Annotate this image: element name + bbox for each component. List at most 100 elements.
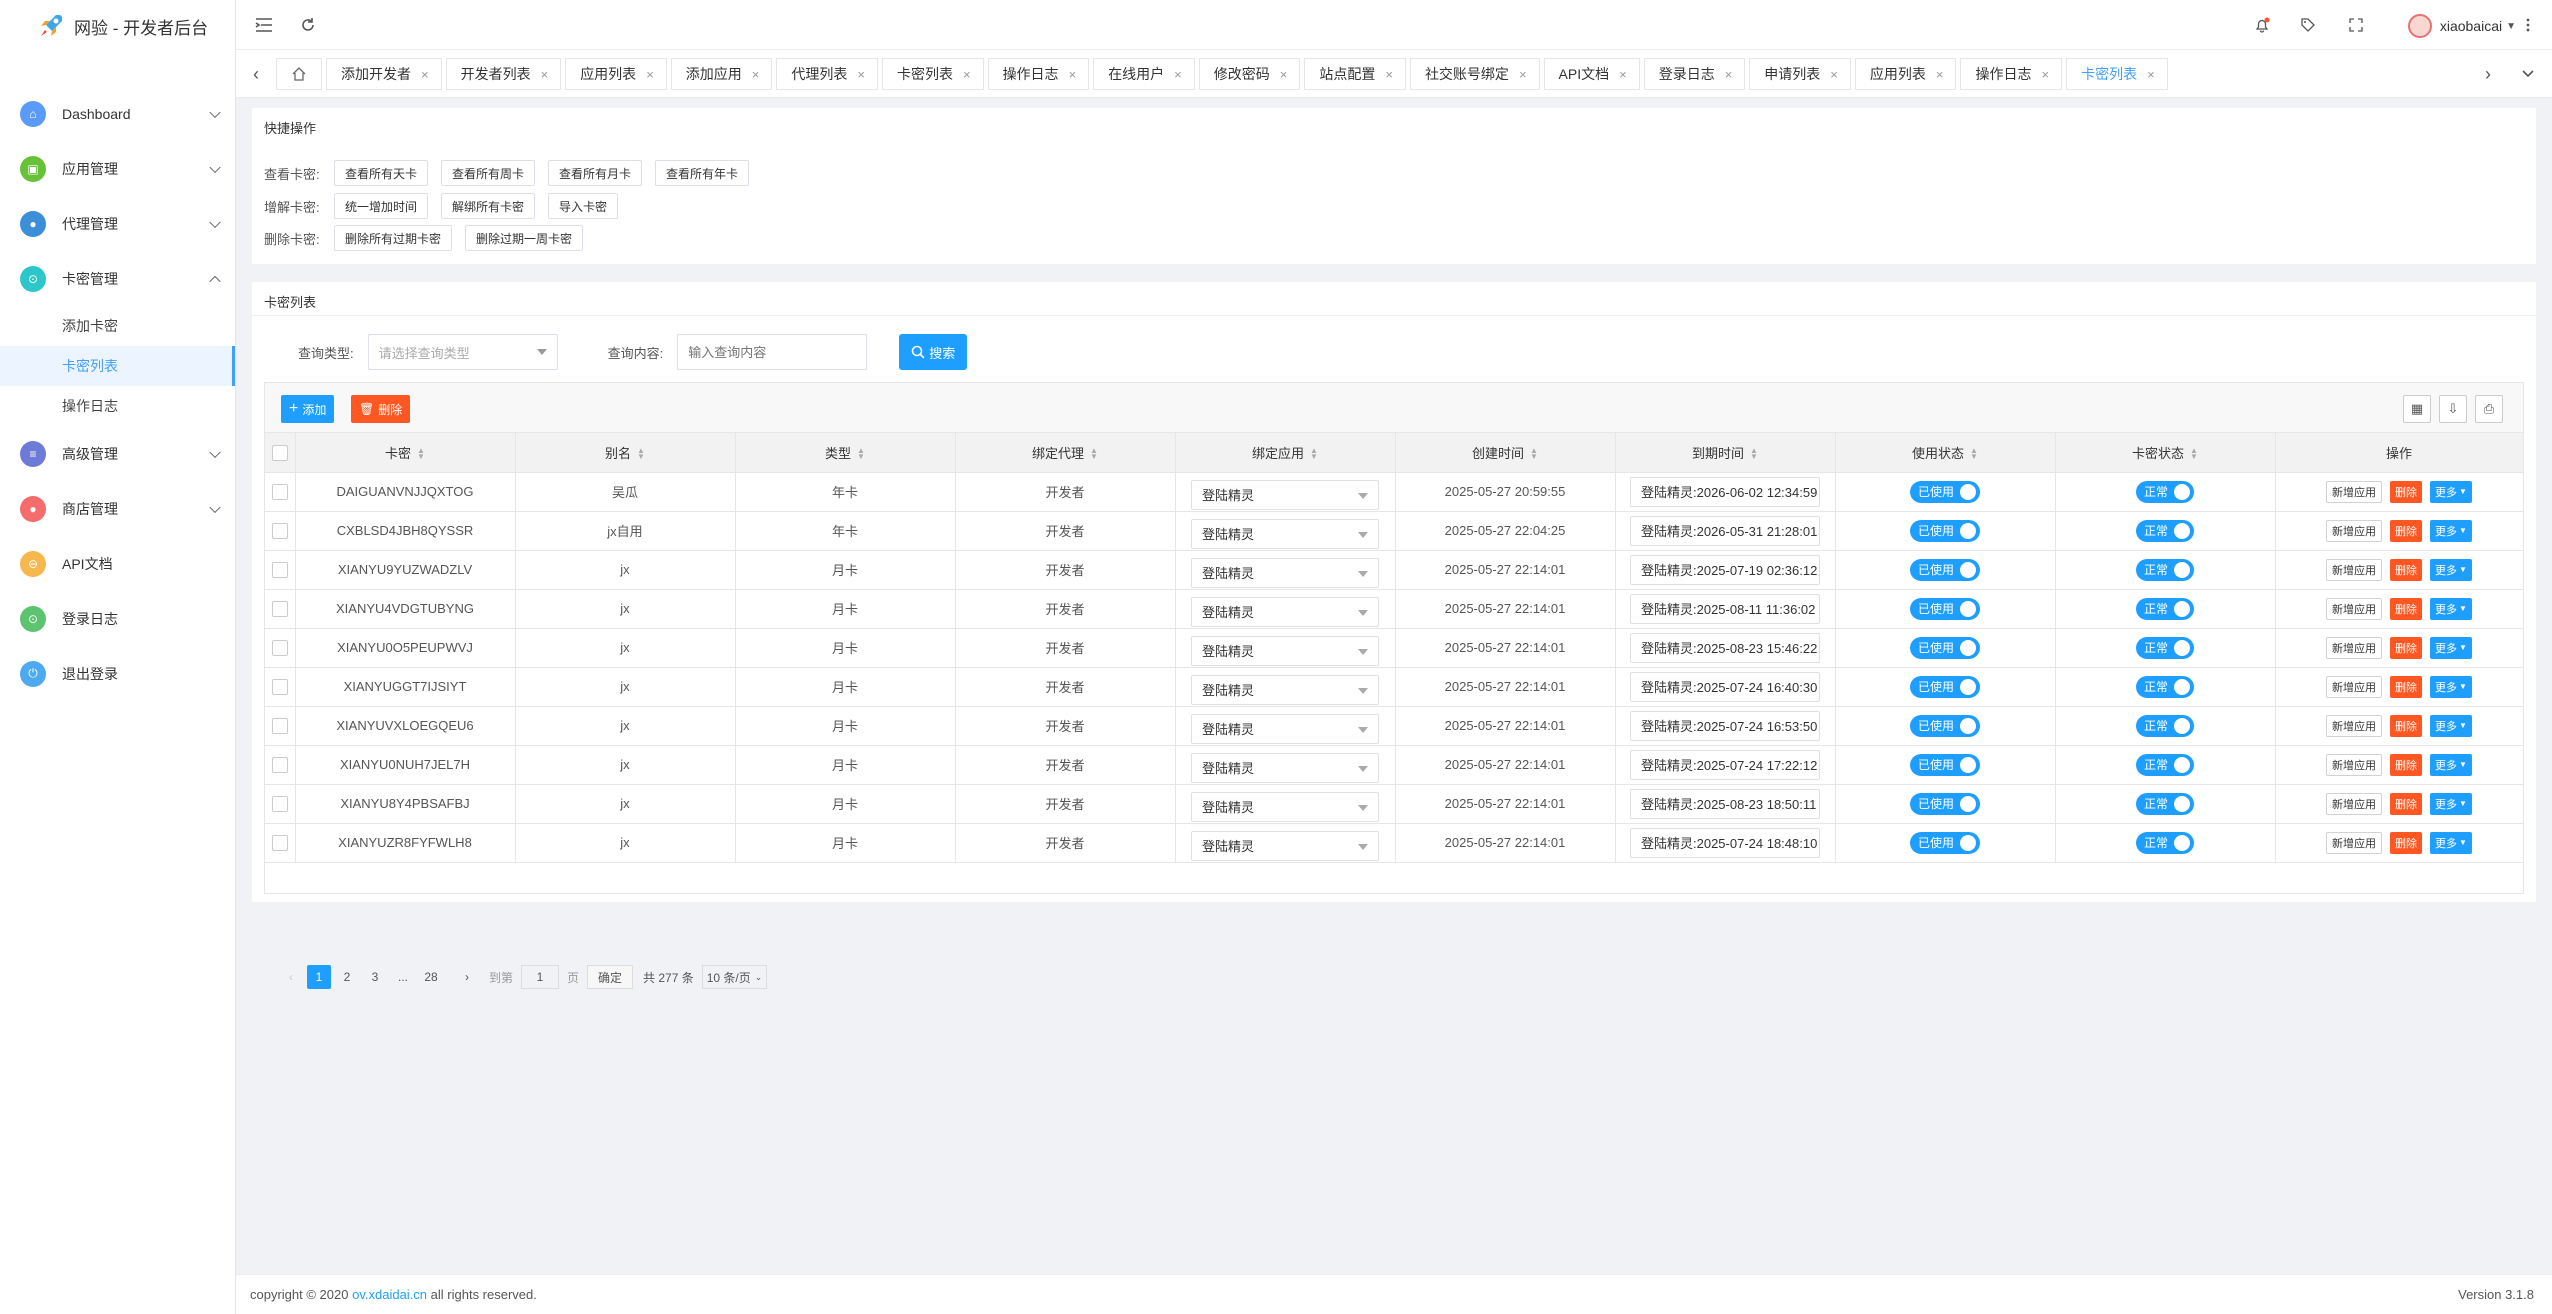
row-delete-button[interactable]: 删除 [2390,675,2423,698]
add-app-button[interactable]: 新增应用 [2326,519,2383,542]
column-header[interactable]: 创建时间 ▲ ▼ [1395,433,1616,473]
columns-filter-icon[interactable]: ▦ [2403,395,2431,423]
sidebar-item-login-log[interactable]: ⊙ 登录日志 [0,591,235,646]
app-select[interactable]: 登陆精灵 [1191,596,1379,627]
sidebar-item-store-manage[interactable]: ● 商店管理 [0,481,235,536]
key-status-switch[interactable]: 正常 [2135,480,2194,503]
column-header[interactable]: 类型 ▲ ▼ [735,433,956,473]
expire-input[interactable]: 登陆精灵:2025-08-11 11:36:02 [1630,593,1820,624]
tab-item[interactable]: 应用列表 × [1854,58,1957,90]
quick-action-button[interactable]: 查看所有天卡 [334,160,429,186]
row-checkbox[interactable] [265,628,296,668]
row-checkbox[interactable] [265,784,296,824]
more-button[interactable]: 更多 ▼ [2430,480,2472,503]
add-app-button[interactable]: 新增应用 [2326,675,2383,698]
use-status-switch[interactable]: 已使用 [1909,597,1980,620]
tab-home[interactable] [276,58,322,90]
close-icon[interactable]: × [1619,67,1627,82]
key-status-switch[interactable]: 正常 [2135,753,2194,776]
close-icon[interactable]: × [857,67,865,82]
page-size-select[interactable]: 10 条/页 ⌄ [701,965,768,989]
use-status-switch[interactable]: 已使用 [1909,636,1980,659]
tab-item[interactable]: 开发者列表 × [445,58,562,90]
use-status-switch[interactable]: 已使用 [1909,480,1980,503]
app-select[interactable]: 登陆精灵 [1191,752,1379,783]
use-status-switch[interactable]: 已使用 [1909,714,1980,737]
expire-input[interactable]: 登陆精灵:2025-07-24 18:48:10 [1630,827,1820,858]
sort-icon[interactable]: ▲ ▼ [417,447,425,461]
tab-item[interactable]: 登录日志 × [1643,58,1746,90]
close-icon[interactable]: × [421,67,429,82]
tab-item[interactable]: 添加应用 × [670,58,773,90]
tab-item[interactable]: 修改密码 × [1198,58,1301,90]
sort-icon[interactable]: ▲ ▼ [1530,447,1538,461]
key-status-switch[interactable]: 正常 [2135,675,2194,698]
quick-action-button[interactable]: 查看所有年卡 [655,160,750,186]
tab-item[interactable]: 卡密列表 × [2066,58,2168,90]
row-delete-button[interactable]: 删除 [2390,636,2423,659]
next-page-icon[interactable]: › [455,965,479,989]
tab-item[interactable]: API文档 × [1543,58,1640,90]
menu-collapse-icon[interactable] [252,13,276,37]
row-delete-button[interactable]: 删除 [2390,597,2423,620]
more-vertical-icon[interactable] [2516,13,2540,37]
column-header[interactable]: 到期时间 ▲ ▼ [1615,433,1836,473]
column-header[interactable]: 绑定代理 ▲ ▼ [955,433,1176,473]
quick-action-button[interactable]: 删除过期一周卡密 [465,225,584,251]
more-button[interactable]: 更多 ▼ [2430,792,2472,815]
close-icon[interactable]: × [752,67,760,82]
app-select[interactable]: 登陆精灵 [1191,518,1379,549]
more-button[interactable]: 更多 ▼ [2430,597,2472,620]
page-number[interactable]: 28 [419,965,443,989]
quick-action-button[interactable]: 查看所有周卡 [441,160,536,186]
column-header[interactable]: 使用状态 ▲ ▼ [1835,433,2056,473]
row-checkbox[interactable] [265,472,296,512]
column-header[interactable]: 卡密状态 ▲ ▼ [2055,433,2276,473]
close-icon[interactable]: × [1519,67,1527,82]
goto-confirm-button[interactable]: 确定 [587,965,634,989]
add-button[interactable]: + 添加 [281,395,335,423]
close-icon[interactable]: × [1385,67,1393,82]
more-button[interactable]: 更多 ▼ [2430,831,2472,854]
row-checkbox[interactable] [265,550,296,590]
sidebar-item-api-docs[interactable]: ⊖ API文档 [0,536,235,591]
add-app-button[interactable]: 新增应用 [2326,597,2383,620]
more-button[interactable]: 更多 ▼ [2430,753,2472,776]
key-status-switch[interactable]: 正常 [2135,831,2194,854]
add-app-button[interactable]: 新增应用 [2326,558,2383,581]
app-select[interactable]: 登陆精灵 [1191,674,1379,705]
sidebar-item-dashboard[interactable]: ⌂ Dashboard [0,86,235,141]
select-all-checkbox[interactable] [265,433,296,473]
close-icon[interactable]: × [1936,67,1944,82]
tab-item[interactable]: 社交账号绑定 × [1409,58,1540,90]
add-app-button[interactable]: 新增应用 [2326,831,2383,854]
expire-input[interactable]: 登陆精灵:2025-08-23 18:50:11 [1630,788,1820,819]
row-checkbox[interactable] [265,667,296,707]
tabs-dropdown-icon[interactable] [2512,58,2544,90]
sidebar-subitem-1[interactable]: 卡密列表 [0,346,235,386]
tab-item[interactable]: 在线用户 × [1093,58,1195,90]
page-number[interactable]: 1 [307,965,331,989]
tag-icon[interactable] [2296,13,2320,37]
row-checkbox[interactable] [265,511,296,551]
more-button[interactable]: 更多 ▼ [2430,558,2472,581]
close-icon[interactable]: × [1830,67,1838,82]
close-icon[interactable]: × [963,67,971,82]
tab-item[interactable]: 应用列表 × [565,58,667,90]
row-delete-button[interactable]: 删除 [2390,558,2423,581]
expire-input[interactable]: 登陆精灵:2025-08-23 15:46:22 [1630,632,1820,663]
export-icon[interactable]: ⇩ [2439,395,2467,423]
add-app-button[interactable]: 新增应用 [2326,480,2383,503]
expire-input[interactable]: 登陆精灵:2026-05-31 21:28:01 [1630,515,1820,546]
column-header[interactable]: 绑定应用 ▲ ▼ [1175,433,1396,473]
close-icon[interactable]: × [1280,67,1288,82]
sidebar-subitem-2[interactable]: 操作日志 [0,386,235,426]
delete-button[interactable]: 🗑 删除 [351,395,411,423]
use-status-switch[interactable]: 已使用 [1909,675,1980,698]
expire-input[interactable]: 登陆精灵:2026-06-02 12:34:59 [1630,476,1820,507]
row-checkbox[interactable] [265,589,296,629]
use-status-switch[interactable]: 已使用 [1909,519,1980,542]
row-checkbox[interactable] [265,706,296,746]
tabs-scroll-left-icon[interactable]: ‹ [240,58,272,90]
fullscreen-icon[interactable] [2344,13,2368,37]
